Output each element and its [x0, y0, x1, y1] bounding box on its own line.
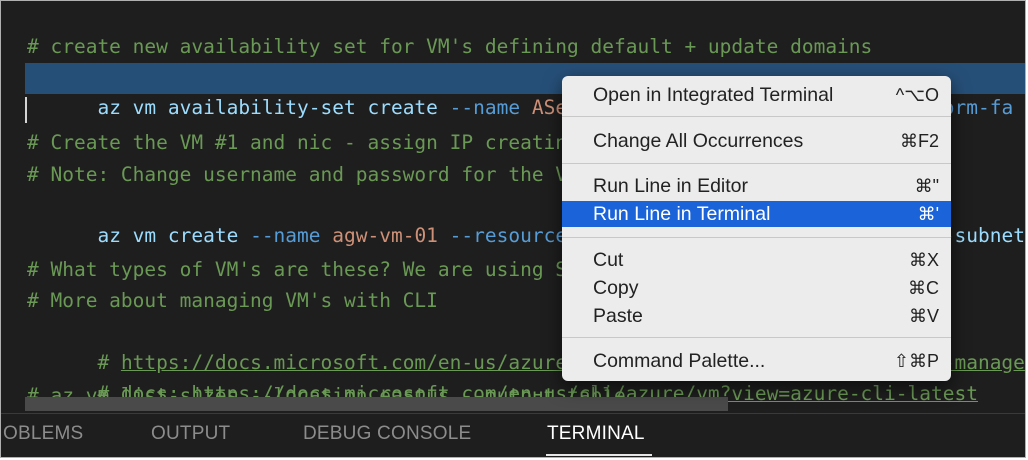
menu-item-change-all-occurrences[interactable]: Change All Occurrences ⌘F2: [562, 128, 951, 154]
code-command: az vm availability-set create: [97, 96, 450, 119]
menu-item-run-line-in-editor[interactable]: Run Line in Editor ⌘": [562, 173, 951, 199]
menu-item-shortcut: ⌘X: [908, 250, 939, 270]
active-tab-indicator: [546, 454, 652, 456]
menu-item-command-palette[interactable]: Command Palette... ⇧⌘P: [562, 348, 951, 374]
menu-item-run-line-in-terminal[interactable]: Run Line in Terminal ⌘': [562, 201, 951, 227]
menu-item-shortcut: ⌘C: [908, 278, 939, 298]
menu-item-shortcut: ⌘V: [908, 306, 939, 326]
menu-item-shortcut: ⌘": [914, 176, 939, 196]
code-line-1[interactable]: # create new availability set for VM's d…: [27, 32, 872, 62]
code-line-9[interactable]: # More about managing VM's with CLI: [27, 286, 438, 316]
menu-item-paste[interactable]: Paste ⌘V: [562, 303, 951, 329]
tab-output[interactable]: OUTPUT: [151, 414, 230, 457]
tab-debug-console[interactable]: DEBUG CONSOLE: [303, 414, 471, 457]
code-flag: --name: [250, 224, 333, 247]
code-flag: --name: [449, 96, 532, 119]
menu-separator: [562, 337, 951, 338]
menu-item-label: Run Line in Editor: [593, 175, 749, 197]
menu-item-label: Command Palette...: [593, 350, 766, 372]
menu-item-label: Paste: [593, 305, 643, 327]
menu-item-open-in-integrated-terminal[interactable]: Open in Integrated Terminal ^⌥O: [562, 82, 951, 108]
code-argument: agw-vm-01: [332, 224, 438, 247]
tab-terminal[interactable]: TERMINAL: [547, 414, 645, 457]
bottom-panel: OBLEMS OUTPUT DEBUG CONSOLE TERMINAL: [1, 413, 1025, 457]
menu-item-cut[interactable]: Cut ⌘X: [562, 247, 951, 273]
menu-item-label: Open in Integrated Terminal: [593, 84, 834, 106]
menu-item-label: Copy: [593, 277, 639, 299]
menu-item-label: Cut: [593, 249, 624, 271]
menu-item-label: Change All Occurrences: [593, 130, 804, 152]
context-menu: Open in Integrated Terminal ^⌥O Change A…: [562, 76, 951, 381]
menu-item-shortcut: ⌘': [917, 204, 939, 224]
menu-item-shortcut: ^⌥O: [895, 85, 939, 105]
menu-separator: [562, 116, 951, 117]
tab-problems[interactable]: OBLEMS: [3, 414, 83, 457]
menu-item-copy[interactable]: Copy ⌘C: [562, 275, 951, 301]
vscode-window: # create new availability set for VM's d…: [0, 0, 1026, 458]
code-command: az vm create: [97, 224, 251, 247]
menu-item-label: Run Line in Terminal: [593, 203, 771, 225]
menu-item-shortcut: ⌘F2: [899, 131, 939, 151]
menu-item-shortcut: ⇧⌘P: [893, 351, 939, 371]
menu-separator: [562, 237, 951, 238]
horizontal-scrollbar[interactable]: [25, 397, 728, 411]
menu-separator: [562, 163, 951, 164]
